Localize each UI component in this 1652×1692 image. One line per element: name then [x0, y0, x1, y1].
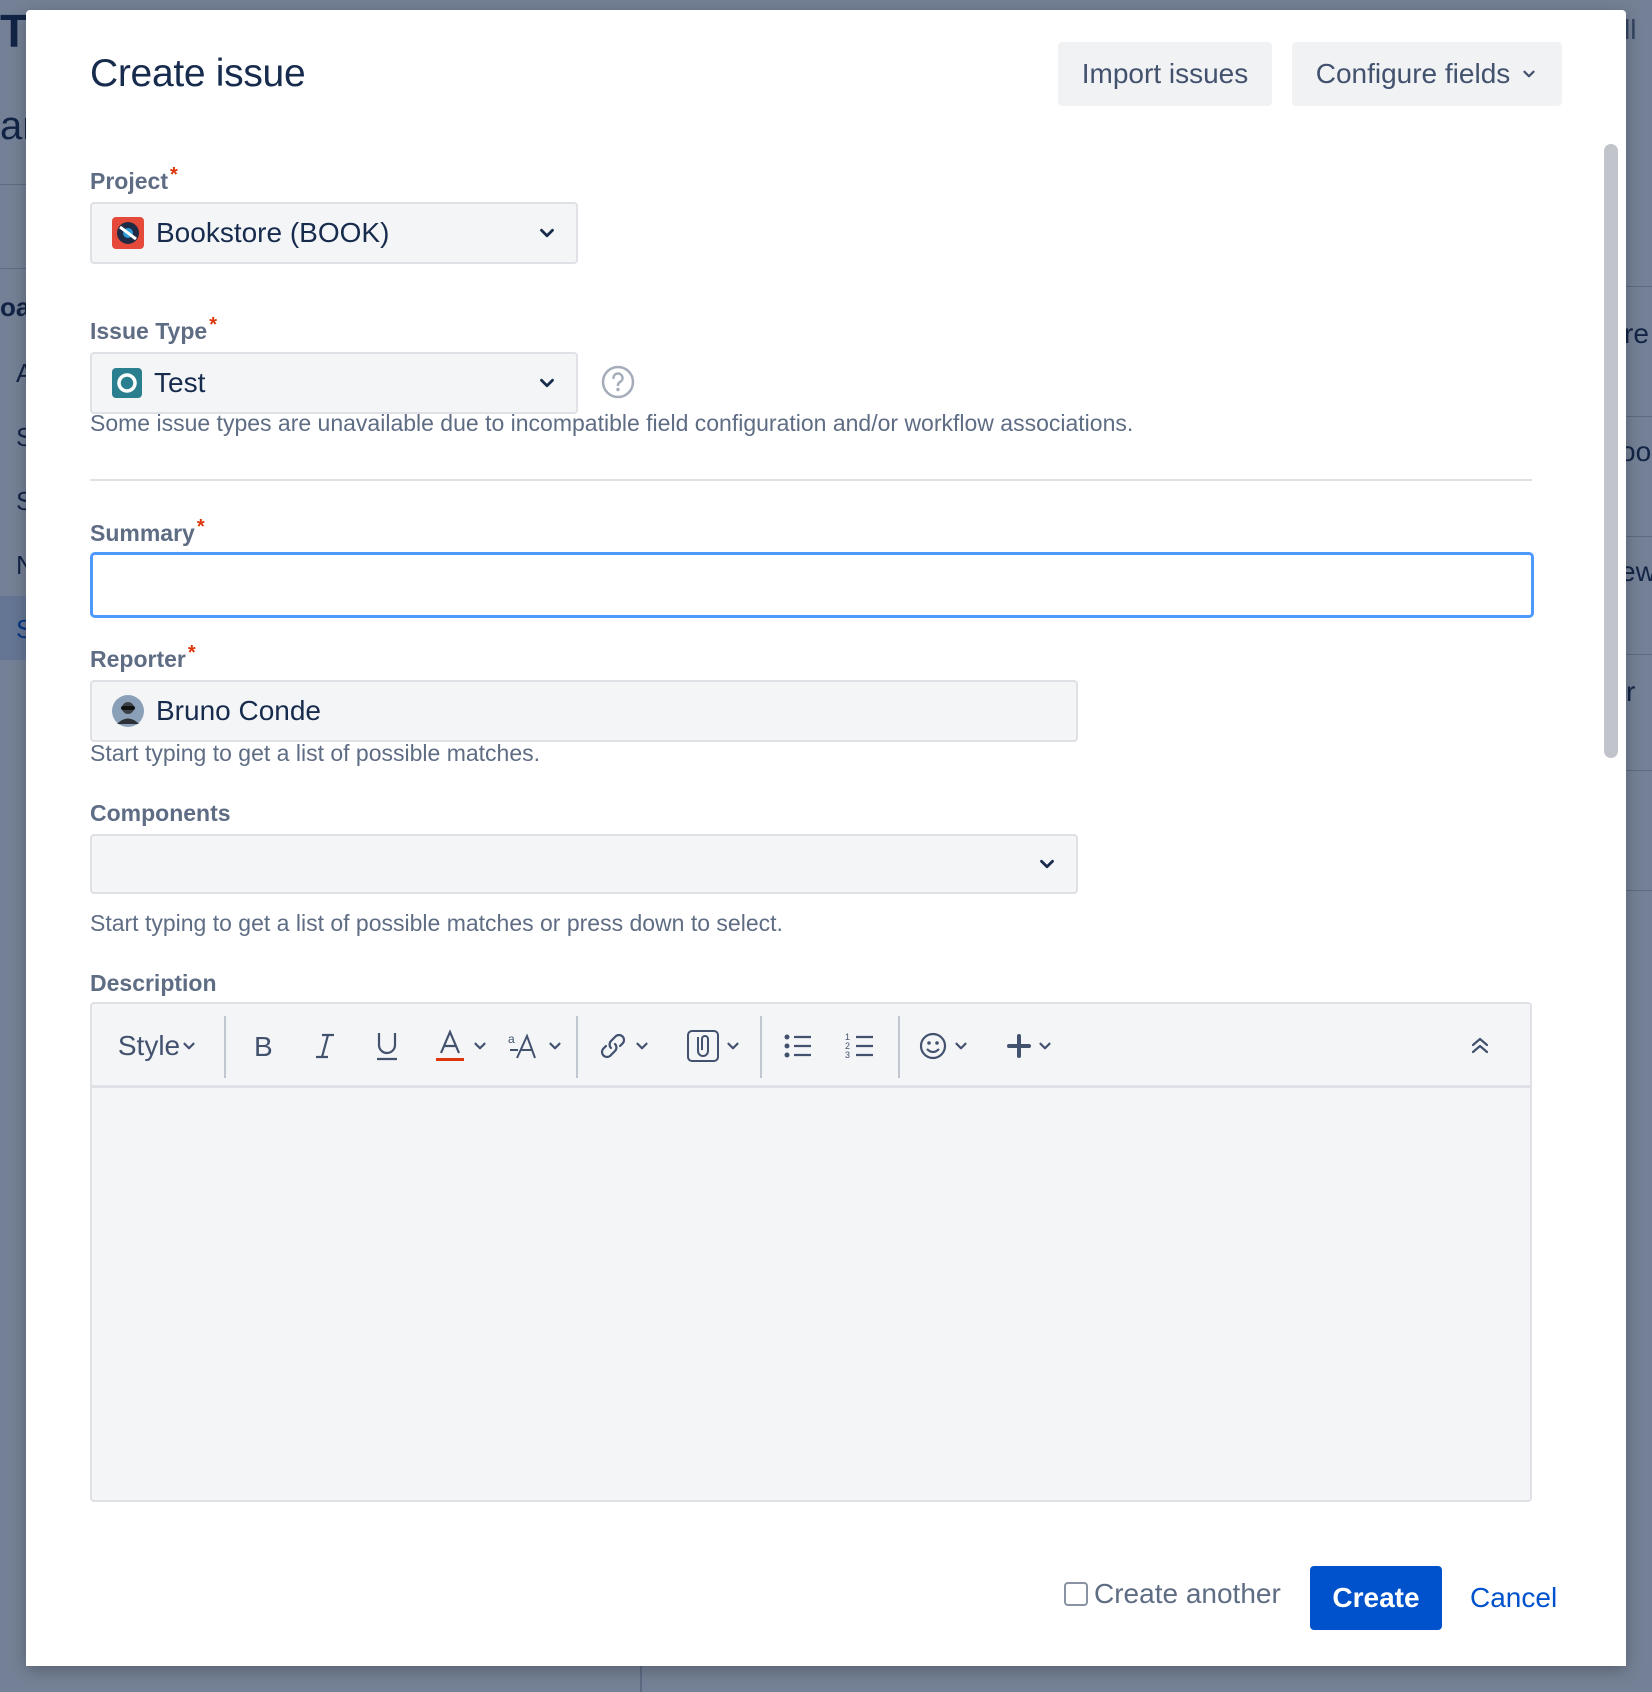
chevron-down-icon: [636, 1042, 648, 1050]
configure-fields-label: Configure fields: [1315, 58, 1511, 89]
description-text-area[interactable]: [92, 1088, 1530, 1500]
create-another-label: Create another: [1094, 1578, 1281, 1609]
import-issues-button[interactable]: Import issues: [1058, 42, 1272, 106]
reporter-label-text: Reporter: [90, 646, 186, 672]
project-label-text: Project: [90, 168, 168, 194]
form-divider: [90, 479, 1532, 481]
reporter-field[interactable]: Bruno Conde: [90, 680, 1078, 742]
dialog-scrollbar-thumb[interactable]: [1604, 144, 1618, 758]
test-issue-type-icon: [112, 368, 142, 398]
bold-button[interactable]: B: [238, 1018, 288, 1074]
components-label: Components: [90, 800, 231, 827]
configure-fields-button[interactable]: Configure fields: [1292, 42, 1562, 106]
text-effects-icon: a: [508, 1032, 536, 1059]
required-mark: *: [196, 516, 205, 538]
chevron-down-icon: [540, 378, 554, 388]
create-issue-dialog: Create issue Import issues Configure fie…: [26, 10, 1626, 1666]
attachment-icon: [687, 1030, 719, 1062]
numbered-list-icon: 123: [845, 1032, 873, 1060]
svg-text:B: B: [254, 1031, 273, 1061]
reporter-value: Bruno Conde: [156, 695, 322, 726]
components-label-text: Components: [90, 800, 231, 826]
project-label: Project *: [90, 164, 178, 195]
toolbar-separator: [898, 1016, 900, 1078]
underline-icon: [377, 1033, 397, 1061]
dialog-form-scroll-area[interactable]: Project * Bookstore (BOOK) Issue Type * Te…: [26, 138, 1626, 1530]
text-effects-button[interactable]: a: [506, 1018, 566, 1074]
description-label: Description: [90, 970, 217, 997]
import-issues-label: Import issues: [1081, 58, 1249, 89]
bullet-list-button[interactable]: [772, 1018, 824, 1074]
required-mark: *: [187, 642, 196, 664]
project-select-value: Bookstore (BOOK): [156, 217, 390, 248]
collapse-toolbar-button[interactable]: [1458, 1018, 1502, 1074]
issue-type-label-text: Issue Type: [90, 318, 208, 344]
underline-button[interactable]: [362, 1018, 412, 1074]
dialog-title: Create issue: [90, 52, 306, 95]
cancel-link[interactable]: Cancel: [1464, 1566, 1563, 1630]
required-mark: *: [169, 164, 178, 186]
chevron-down-icon: [1039, 1042, 1051, 1050]
create-button-label: Create: [1332, 1582, 1420, 1613]
reporter-label: Reporter *: [90, 642, 196, 673]
insert-more-button[interactable]: [998, 1018, 1062, 1074]
svg-text:a: a: [508, 1032, 515, 1046]
issue-type-help-text: Some issue types are unavailable due to …: [90, 410, 1134, 436]
italic-button[interactable]: [300, 1018, 350, 1074]
toolbar-separator: [224, 1016, 226, 1078]
issue-type-select[interactable]: Test: [90, 352, 578, 414]
user-avatar: [112, 695, 144, 727]
issue-type-label: Issue Type *: [90, 314, 217, 345]
chevron-down-icon: [183, 1042, 195, 1050]
text-color-icon: [436, 1029, 464, 1061]
emoji-icon: [919, 1032, 947, 1060]
create-button[interactable]: Create: [1310, 1566, 1442, 1630]
toolbar-separator: [760, 1016, 762, 1078]
reporter-help-text: Start typing to get a list of possible m…: [90, 740, 541, 766]
summary-input[interactable]: [90, 552, 1534, 618]
chevron-down-icon: [1523, 70, 1535, 78]
attachment-button[interactable]: [682, 1018, 746, 1074]
chevron-down-icon: [540, 228, 554, 238]
create-another-checkbox[interactable]: Create another: [1064, 1578, 1281, 1610]
numbered-list-button[interactable]: 123: [834, 1018, 886, 1074]
italic-icon: [316, 1033, 334, 1059]
description-editor: Style B a 1 2 3: [90, 1002, 1532, 1502]
chevron-down-icon: [955, 1042, 967, 1050]
help-circle-icon[interactable]: [600, 364, 636, 400]
required-mark: *: [209, 314, 217, 336]
bullet-list-icon: [784, 1034, 811, 1058]
project-select[interactable]: Bookstore (BOOK): [90, 202, 578, 264]
link-button[interactable]: [592, 1018, 656, 1074]
chevron-down-icon: [474, 1042, 486, 1050]
dialog-footer: Create another Create Cancel: [26, 1530, 1626, 1666]
editor-toolbar: Style B a 1 2 3: [92, 1004, 1530, 1088]
issue-type-select-value: Test: [154, 367, 206, 398]
project-avatar-icon: [112, 217, 144, 249]
link-icon: [600, 1033, 626, 1059]
style-dropdown-label: Style: [117, 1030, 181, 1061]
emoji-button[interactable]: [912, 1018, 976, 1074]
description-label-text: Description: [90, 970, 217, 996]
bold-icon: B: [254, 1031, 273, 1061]
create-another-checkbox-box[interactable]: [1064, 1582, 1088, 1606]
text-color-button[interactable]: [422, 1018, 502, 1074]
chevron-down-icon: [549, 1042, 561, 1050]
summary-label-text: Summary: [90, 520, 195, 546]
summary-label: Summary *: [90, 516, 205, 547]
toolbar-separator: [576, 1016, 578, 1078]
plus-icon: [1007, 1034, 1031, 1058]
chevron-down-icon: [727, 1042, 739, 1050]
style-dropdown[interactable]: Style: [110, 1018, 206, 1074]
components-help-text: Start typing to get a list of possible m…: [90, 910, 783, 936]
svg-text:3: 3: [845, 1050, 850, 1060]
collapse-toolbar-icon: [1471, 1037, 1489, 1054]
chevron-down-icon: [1040, 859, 1054, 869]
components-select[interactable]: [90, 834, 1078, 894]
